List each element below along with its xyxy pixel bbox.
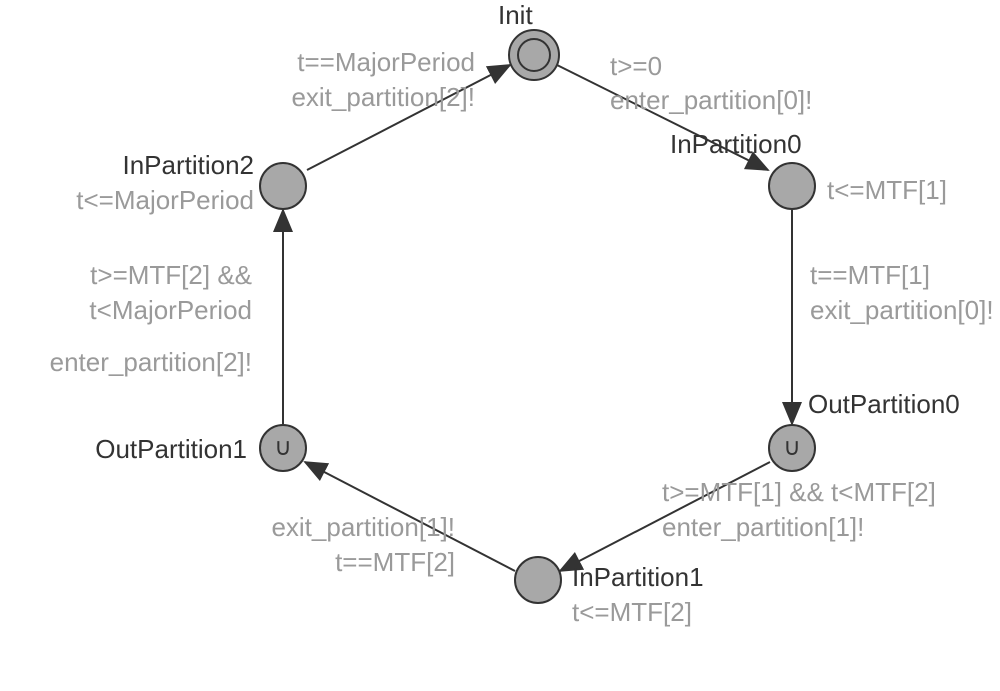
urgent-marker-icon: ∪ — [274, 436, 292, 460]
edge-outp1-inp2-guard1: t>=MTF[2] && — [90, 258, 252, 293]
state-in-partition-2 — [259, 162, 307, 210]
state-init — [508, 29, 560, 81]
state-out-partition-1-label: OutPartition1 — [95, 432, 247, 467]
automaton-diagram: Init InPartition0 t<=MTF[1] ∪ OutPartiti… — [0, 0, 1000, 691]
state-in-partition-0-label: InPartition0 — [670, 127, 802, 162]
edge-init-inp0-guard: t>=0 — [610, 49, 662, 84]
state-in-partition-1-invariant: t<=MTF[2] — [572, 595, 692, 630]
state-in-partition-0-invariant: t<=MTF[1] — [827, 173, 947, 208]
edge-outp0-inp1-sync: enter_partition[1]! — [662, 510, 864, 545]
state-out-partition-0-label: OutPartition0 — [808, 387, 960, 422]
state-in-partition-2-label: InPartition2 — [122, 148, 254, 183]
edge-outp1-inp2-sync: enter_partition[2]! — [50, 345, 252, 380]
state-init-label: Init — [498, 0, 533, 33]
edge-inp2-init-guard: t==MajorPeriod — [297, 45, 475, 80]
state-out-partition-1: ∪ — [259, 424, 307, 472]
edge-init-inp0-sync: enter_partition[0]! — [610, 83, 812, 118]
state-in-partition-2-invariant: t<=MajorPeriod — [76, 183, 254, 218]
initial-marker-ring — [517, 38, 551, 72]
state-in-partition-1 — [514, 556, 562, 604]
edge-inp1-outp1-sync: exit_partition[1]! — [271, 510, 455, 545]
edge-inp0-outp0-guard: t==MTF[1] — [810, 258, 930, 293]
edge-inp1-outp1-guard: t==MTF[2] — [335, 545, 455, 580]
edge-outp0-inp1-guard: t>=MTF[1] && t<MTF[2] — [662, 475, 936, 510]
state-out-partition-0: ∪ — [768, 424, 816, 472]
urgent-marker-icon: ∪ — [783, 436, 801, 460]
edge-inp0-outp0-sync: exit_partition[0]! — [810, 293, 994, 328]
state-in-partition-0 — [768, 162, 816, 210]
edge-outp1-inp2-guard2: t<MajorPeriod — [89, 293, 252, 328]
edge-inp2-init-sync: exit_partition[2]! — [291, 80, 475, 115]
state-in-partition-1-label: InPartition1 — [572, 560, 704, 595]
